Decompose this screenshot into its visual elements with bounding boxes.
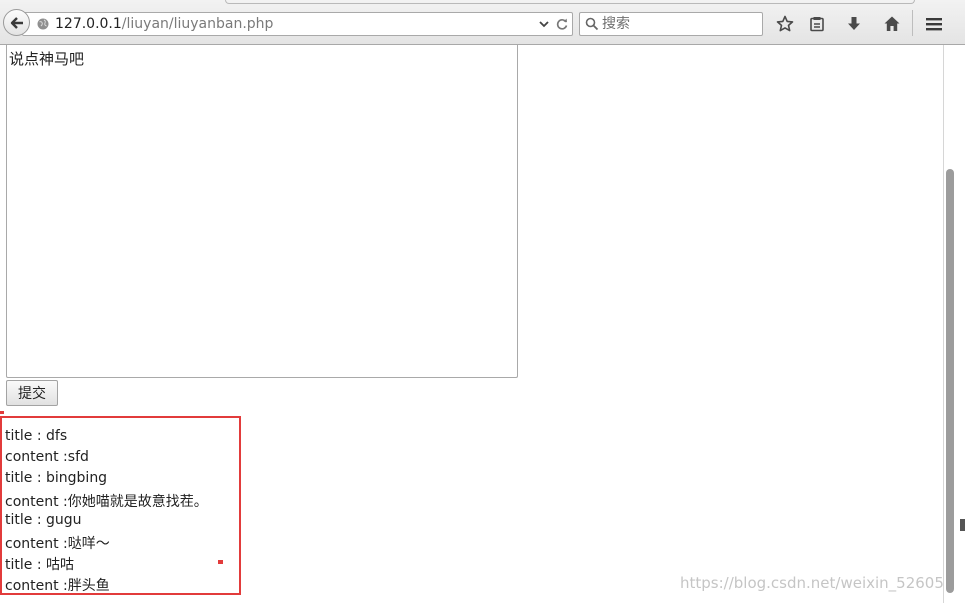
reading-list-button[interactable] <box>805 12 829 36</box>
message-textarea[interactable]: 说点神马吧 <box>6 45 518 378</box>
url-bar[interactable]: 127.0.0.1/liuyan/liuyanban.php <box>22 12 573 36</box>
dropdown-arrow-icon[interactable] <box>538 18 550 30</box>
watermark-text: https://blog.csdn.net/weixin_52605156 <box>680 574 965 592</box>
vertical-scrollbar[interactable] <box>943 45 965 603</box>
page-content: 说点神马吧 提交 title : dfs content :sfd title … <box>0 45 965 603</box>
search-input[interactable] <box>602 13 757 35</box>
window-edge <box>960 519 965 531</box>
toolbar-separator <box>912 10 913 36</box>
menu-button[interactable] <box>922 12 946 36</box>
url-text[interactable]: 127.0.0.1/liuyan/liuyanban.php <box>55 16 273 32</box>
reading-list-icon <box>810 17 824 32</box>
back-button[interactable] <box>3 9 30 36</box>
message-line: title : dfs <box>5 428 68 444</box>
tab-strip-edge <box>225 0 915 4</box>
message-line: content :你她喵就是故意找茬。 <box>5 494 208 510</box>
highlight-dot <box>218 560 223 564</box>
reload-icon[interactable] <box>555 17 569 31</box>
submit-button[interactable]: 提交 <box>6 380 58 406</box>
message-line: content :哒咩～ <box>5 536 110 552</box>
message-list: title : dfs content :sfd title : bingbin… <box>0 416 241 595</box>
search-bar[interactable] <box>579 12 763 36</box>
url-path: /liuyan/liuyanban.php <box>121 16 274 32</box>
highlight-marker <box>0 411 4 414</box>
browser-window: 127.0.0.1/liuyan/liuyanban.php 搜索 说点神马吧 … <box>0 0 965 603</box>
download-icon <box>848 17 860 30</box>
message-line: content :sfd <box>5 449 89 465</box>
url-host: 127.0.0.1 <box>55 16 122 32</box>
home-icon <box>884 16 900 31</box>
bookmark-star-button[interactable] <box>773 12 797 36</box>
download-button[interactable] <box>842 12 866 36</box>
message-line: content :胖头鱼 <box>5 578 110 594</box>
globe-icon <box>37 18 49 30</box>
back-arrow-icon <box>10 16 23 29</box>
browser-toolbar: 127.0.0.1/liuyan/liuyanban.php <box>0 0 965 45</box>
message-line: title : 咕咕 <box>5 557 74 573</box>
message-line: title : bingbing <box>5 470 108 486</box>
bookmark-star-icon <box>776 15 794 32</box>
menu-icon <box>926 18 942 31</box>
message-line: title : gugu <box>5 512 82 528</box>
search-icon <box>585 17 599 31</box>
scrollbar-thumb[interactable] <box>946 169 954 593</box>
home-button[interactable] <box>880 12 904 36</box>
